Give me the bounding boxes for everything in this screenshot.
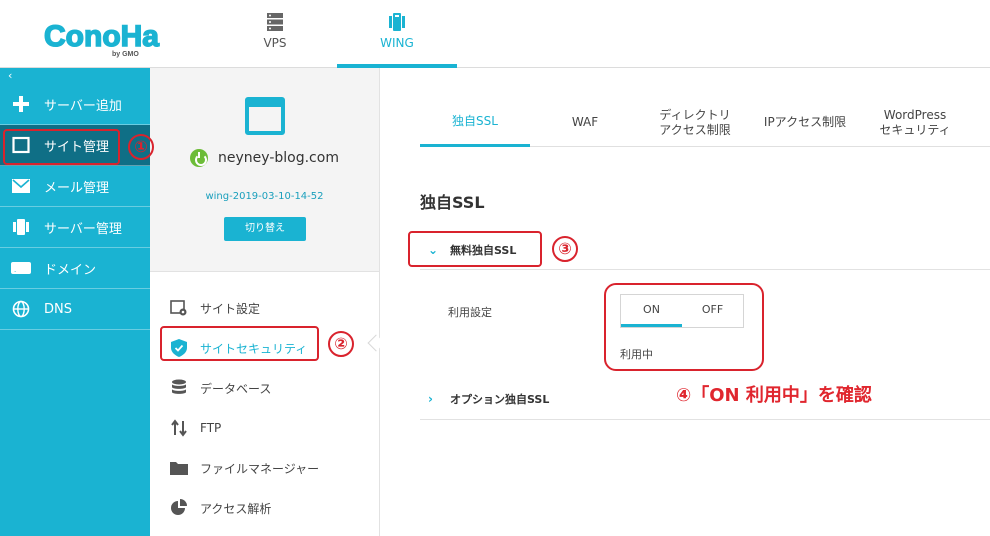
section-title: 独自SSL [420, 193, 485, 212]
sidebar-item-label: サーバー管理 [44, 221, 122, 237]
sidebar-item-label: DNS [44, 301, 72, 317]
tab-wordpress-security[interactable]: WordPress セキュリティ [860, 98, 970, 147]
annotation-box-3 [408, 231, 542, 267]
globe-icon [10, 300, 32, 318]
tab-waf[interactable]: WAF [530, 98, 640, 147]
sidebar-item-label: ドメイン [44, 262, 97, 278]
site-menu-settings[interactable]: サイト設定 [150, 288, 379, 328]
site-menu-label: ファイルマネージャー [200, 461, 320, 476]
sidebar-item-label: メール管理 [44, 180, 110, 196]
site-settings-icon [170, 299, 188, 317]
conoha-logo[interactable]: ConoHa by GMO [43, 14, 174, 58]
nav-vps-label: VPS [263, 36, 287, 50]
site-menu-label: FTP [200, 421, 222, 435]
top-header: ConoHa by GMO VPS WING [0, 0, 990, 68]
transfer-icon [170, 419, 188, 437]
sidebar-item-mail-manage[interactable]: メール管理 [0, 166, 150, 207]
sidebar-item-dns[interactable]: DNS [0, 289, 150, 330]
chevron-left-icon[interactable]: ‹ [0, 68, 150, 84]
plus-icon [10, 95, 32, 113]
tab-ip-access[interactable]: IPアクセス制限 [750, 98, 860, 147]
folder-icon [170, 459, 188, 477]
tab-ssl[interactable]: 独自SSL [420, 98, 530, 147]
sidebar-item-domain[interactable]: . ドメイン [0, 248, 150, 289]
database-icon [170, 379, 188, 397]
nav-wing-label: WING [380, 36, 414, 50]
sidebar-item-add-server[interactable]: サーバー追加 [0, 84, 150, 125]
wing-icon [387, 12, 407, 32]
pie-chart-icon [170, 499, 188, 517]
setting-label: 利用設定 [448, 306, 492, 319]
nav-vps[interactable]: VPS [235, 0, 315, 68]
annotation-number-3: ③ [552, 236, 578, 262]
chevron-right-icon: › [428, 391, 433, 406]
site-menu-label: アクセス解析 [200, 501, 272, 516]
sidebar-item-label: サーバー追加 [44, 98, 122, 114]
app-root: ConoHa by GMO VPS WING ‹ サーバー追加 サイト管理 メー… [0, 0, 990, 536]
site-panel: neyney-blog.com wing-2019-03-10-14-52 切り… [150, 68, 380, 536]
site-window-icon [245, 97, 285, 135]
annotation-box-4 [604, 283, 764, 371]
power-icon [190, 149, 209, 167]
annotation-box-2 [160, 326, 319, 361]
site-menu-label: データベース [200, 381, 272, 396]
switch-button[interactable]: 切り替え [224, 217, 306, 241]
server-id: wing-2019-03-10-14-52 [205, 191, 324, 202]
site-menu-analytics[interactable]: アクセス解析 [150, 488, 379, 528]
nav-wing[interactable]: WING [337, 0, 457, 68]
option-ssl-label: オプション独自SSL [450, 392, 550, 406]
annotation-box-1 [3, 129, 120, 165]
site-menu: サイト設定 サイトセキュリティ データベース FTP ファイルマネージャー アク… [150, 272, 379, 528]
annotation-number-2: ② [328, 331, 354, 357]
server-manage-icon [10, 218, 32, 236]
site-domain: neyney-blog.com [150, 149, 379, 167]
site-menu-file-manager[interactable]: ファイルマネージャー [150, 448, 379, 488]
annotation-number-1: ① [128, 134, 154, 160]
site-menu-ftp[interactable]: FTP [150, 408, 379, 448]
domain-name: neyney-blog.com [218, 150, 339, 166]
svg-text:by GMO: by GMO [112, 51, 139, 58]
mail-icon [10, 177, 32, 195]
domain-icon: . [10, 259, 32, 277]
site-card: neyney-blog.com wing-2019-03-10-14-52 切り… [150, 68, 379, 272]
svg-text:.: . [14, 265, 16, 274]
site-menu-database[interactable]: データベース [150, 368, 379, 408]
security-tabs: 独自SSL WAF ディレクトリ アクセス制限 IPアクセス制限 WordPre… [420, 98, 990, 147]
site-menu-label: サイト設定 [200, 301, 261, 316]
sidebar-item-server-manage[interactable]: サーバー管理 [0, 207, 150, 248]
annotation-note: ④「ON 利用中」を確認 [676, 385, 872, 406]
server-icon [265, 12, 285, 32]
svg-text:ConoHa: ConoHa [44, 20, 159, 53]
tab-directory-access[interactable]: ディレクトリ アクセス制限 [640, 98, 750, 147]
